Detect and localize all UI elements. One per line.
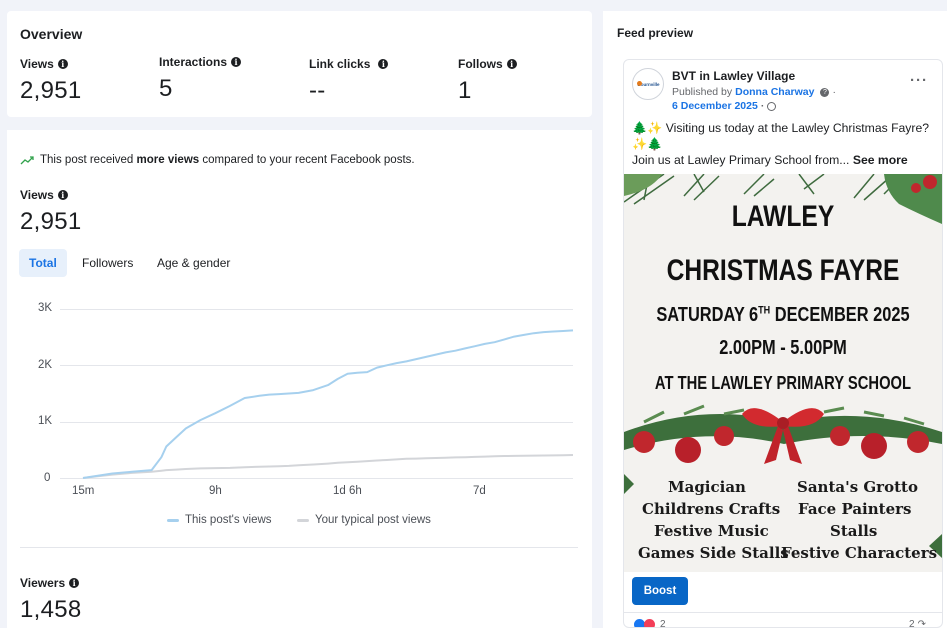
attraction-item: Childrens Crafts [642,500,781,518]
poster-title: LAWLEY [731,200,835,233]
publisher-name[interactable]: Donna Charway [735,86,814,98]
metric-value: -- [309,77,326,104]
x-tick-label: 1d 6h [333,485,362,497]
legend-typical[interactable]: Your typical post views [297,514,431,526]
metric-follows: Follows i 1 [458,57,517,105]
legend-swatch [297,518,309,522]
x-tick-label: 9h [209,485,222,497]
legend-this-post[interactable]: This post's views [167,514,272,526]
post-text-line: Join us at Lawley Primary School from...… [632,153,908,167]
attraction-item: Magician [668,478,746,496]
avatar-dot [637,81,642,86]
help-icon[interactable]: ? [820,87,830,97]
views-chart-card: This post received more views compared t… [7,130,592,628]
post-text: 🌲✨ Visiting us today at the Lawley Chris… [632,120,932,168]
page-name[interactable]: BVT in Lawley Village [672,69,795,83]
metric-value: 1 [458,77,472,104]
shares-summary[interactable]: 2 ↷ [909,619,926,628]
metric-label: Interactions [159,55,228,69]
love-reaction-icon [644,619,655,627]
metric-label: Follows [458,57,503,71]
metric-label: Views [20,57,54,71]
attraction-item: Stalls [830,522,878,540]
overview-card: Overview Views i 2,951 Interactions i 5 Li… [7,11,592,117]
info-icon[interactable]: i [69,578,80,588]
attraction-item: Games Side Stalls [638,544,789,562]
poster-time: 2.00PM - 5.00PM [719,337,847,359]
metric-label: Link clicks [309,57,371,71]
legend-label: Your typical post views [315,514,431,526]
attraction-item: Festive Music [654,522,769,540]
viewers-metric: Viewers i 1,458 [20,576,82,624]
more-options-icon[interactable]: ··· [910,72,928,89]
legend-label: This post's views [185,514,272,526]
reactions-summary[interactable]: 2 [634,619,666,628]
poster-subtitle: CHRISTMAS FAYRE [666,254,900,287]
metric-interactions: Interactions i 5 [159,55,242,103]
poster-date: SATURDAY 6TH DECEMBER 2025 [656,304,910,326]
post-image[interactable]: LAWLEY CHRISTMAS FAYRE SATURDAY 6TH DECE… [624,174,942,572]
divider [624,612,942,613]
views-line-chart [82,329,574,479]
viewers-label: Viewers [20,576,66,590]
x-tick-label: 15m [72,485,95,497]
feed-preview-panel: Feed preview Bournville BVT in Lawley Vi… [603,11,947,628]
share-icon: ↷ [917,619,926,628]
viewers-value: 1,458 [20,596,82,623]
poster-venue: AT THE LAWLEY PRIMARY SCHOOL [654,373,912,393]
attraction-item: Face Painters [798,500,912,518]
metric-value: 2,951 [20,77,82,104]
shares-count: 2 [909,619,915,628]
avatar[interactable]: Bournville [632,68,664,100]
post-text-line: 🌲✨ Visiting us today at the Lawley Chris… [632,121,930,151]
post-date[interactable]: 6 December 2025 · [672,100,777,112]
divider [20,547,578,548]
legend-swatch [167,518,179,522]
info-icon[interactable]: i [231,57,242,67]
globe-icon [767,101,777,111]
boost-button[interactable]: Boost [632,577,688,605]
metric-views: Views i 2,951 [20,57,82,105]
published-by: Published by Donna Charway ? · [672,86,836,98]
metric-value: 5 [159,75,173,102]
x-tick-label: 7d [473,485,486,497]
reactions-count: 2 [660,619,666,628]
attraction-item: Santa's Grotto [797,478,918,496]
series-line-typical [82,454,574,479]
overview-title: Overview [20,26,83,42]
see-more-link[interactable]: See more [853,153,908,167]
info-icon[interactable]: i [57,59,68,69]
attraction-item: Festive Characters [781,544,938,562]
info-icon[interactable]: i [506,59,517,69]
feed-preview-title: Feed preview [617,26,694,40]
metric-link-clicks: Link clicks i -- [309,57,389,105]
post-preview: Bournville BVT in Lawley Village Publish… [623,59,943,628]
info-icon[interactable]: i [378,59,389,69]
